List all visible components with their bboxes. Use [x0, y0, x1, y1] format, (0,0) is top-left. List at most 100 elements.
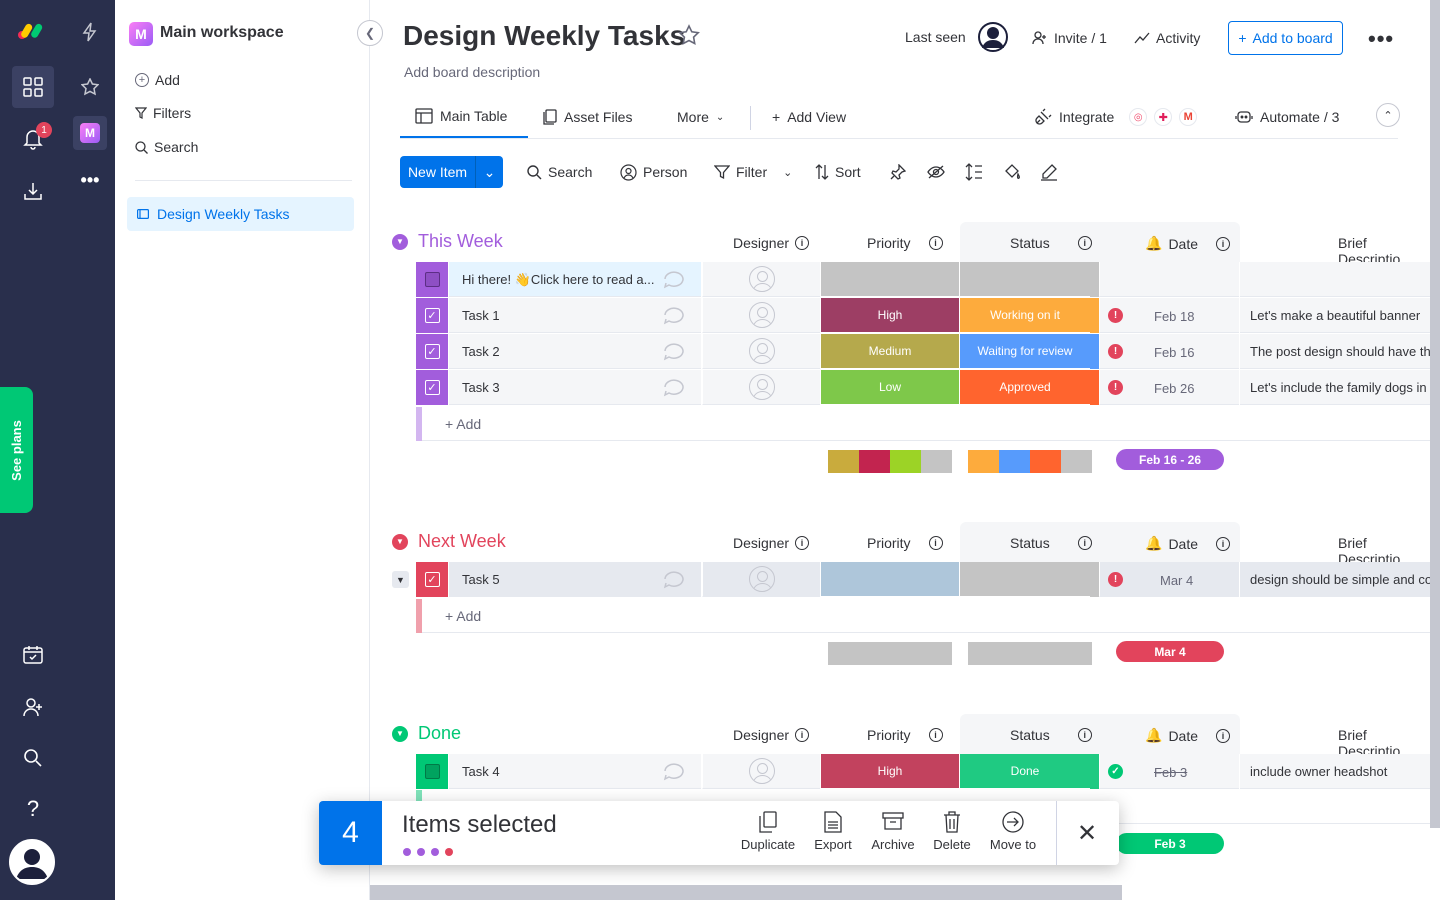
search-button[interactable]: Search — [135, 139, 198, 155]
info-icon[interactable]: i — [928, 728, 943, 742]
table-row[interactable]: ✓ Task 1 High Working on it ! Feb 18 Let'… — [416, 298, 1440, 333]
row-checkbox[interactable] — [416, 262, 448, 297]
add-item-row[interactable]: + Add — [416, 407, 1440, 441]
download-icon[interactable] — [12, 170, 54, 212]
brief-cell[interactable] — [1240, 262, 1440, 297]
info-icon[interactable]: i — [928, 236, 943, 250]
info-icon[interactable]: i — [1077, 236, 1092, 250]
hide-columns-icon[interactable] — [927, 156, 945, 188]
export-button[interactable]: Export — [803, 811, 863, 852]
row-menu-icon[interactable]: ▼ — [392, 571, 409, 588]
date-cell[interactable]: ! Feb 26 — [1099, 370, 1239, 405]
designer-cell[interactable] — [702, 262, 820, 297]
info-icon[interactable]: i — [795, 236, 810, 250]
checkbox-checked[interactable]: ✓ — [424, 308, 440, 323]
filters-button[interactable]: Filters — [135, 105, 191, 121]
more-options-icon[interactable]: ••• — [73, 163, 107, 197]
priority-cell[interactable]: High — [820, 754, 959, 789]
status-summary-bar[interactable] — [968, 642, 1092, 665]
add-to-board-button[interactable]: + Add to board — [1228, 21, 1343, 55]
search-button[interactable]: Search — [527, 156, 592, 188]
invite-button[interactable]: Invite / 1 — [1032, 30, 1107, 46]
move-to-button[interactable]: Move to — [983, 811, 1043, 852]
info-icon[interactable]: i — [928, 536, 943, 550]
info-icon[interactable]: i — [795, 536, 810, 550]
horizontal-scrollbar[interactable] — [370, 885, 1122, 900]
chevron-down-icon[interactable]: ▼ — [392, 533, 408, 550]
col-priority[interactable]: Priority i — [867, 535, 943, 551]
notifications-bell-icon[interactable]: 1 — [12, 118, 54, 160]
updates-chat-icon[interactable] — [662, 305, 686, 327]
table-row[interactable]: ✓ Task 5 ! Mar 4 design should be simple … — [416, 562, 1440, 597]
designer-cell[interactable] — [702, 562, 820, 597]
info-icon[interactable]: i — [1216, 236, 1231, 251]
chevron-down-icon[interactable]: ⌄ — [783, 166, 792, 179]
new-item-button[interactable]: New Item ⌄ — [400, 156, 503, 188]
board-description[interactable]: Add board description — [404, 64, 540, 80]
favorite-star-icon[interactable] — [678, 24, 700, 46]
col-date[interactable]: 🔔 Date i — [1145, 535, 1231, 552]
date-range-pill[interactable]: Feb 16 - 26 — [1116, 449, 1224, 470]
date-cell[interactable]: ! Feb 18 — [1099, 298, 1239, 333]
row-checkbox[interactable]: ✓ — [416, 334, 448, 369]
collapse-header-icon[interactable]: ⌃ — [1376, 103, 1400, 127]
status-summary-bar[interactable] — [968, 450, 1092, 473]
col-status[interactable]: Status i — [1010, 535, 1092, 551]
col-priority[interactable]: Priority i — [867, 235, 943, 251]
sidebar-item-design-weekly-tasks[interactable]: Design Weekly Tasks — [127, 197, 354, 231]
row-checkbox[interactable]: ✓ — [416, 562, 448, 597]
col-designer[interactable]: Designer i — [733, 727, 810, 743]
table-row[interactable]: ✓ Task 2 Medium Waiting for review ! Feb … — [416, 334, 1440, 369]
table-row[interactable]: Hi there! 👋Click here to read a... — [416, 262, 1440, 297]
lightning-icon[interactable] — [73, 15, 107, 49]
vertical-scrollbar[interactable] — [1430, 0, 1440, 828]
col-date[interactable]: 🔔 Date i — [1145, 727, 1231, 744]
date-range-pill[interactable]: Mar 4 — [1116, 641, 1224, 662]
checkbox-checked[interactable]: ✓ — [424, 572, 440, 587]
status-cell[interactable]: Waiting for review — [960, 334, 1090, 369]
chevron-down-icon[interactable]: ▼ — [392, 233, 408, 250]
duplicate-button[interactable]: Duplicate — [738, 811, 798, 852]
priority-cell[interactable] — [820, 262, 959, 297]
add-button[interactable]: + Add — [135, 72, 180, 88]
designer-cell[interactable] — [702, 298, 820, 333]
date-cell[interactable]: ! Feb 16 — [1099, 334, 1239, 369]
priority-cell[interactable]: Low — [820, 370, 959, 405]
updates-chat-icon[interactable] — [662, 341, 686, 363]
col-designer[interactable]: Designer i — [733, 535, 810, 551]
page-title[interactable]: Design Weekly Tasks — [403, 20, 685, 52]
status-cell[interactable] — [960, 262, 1090, 297]
workspace-switcher-icon[interactable]: M — [73, 116, 107, 150]
priority-summary-bar[interactable] — [828, 642, 952, 665]
info-icon[interactable]: i — [1077, 728, 1092, 742]
filter-button[interactable]: Filter ⌄ — [714, 156, 792, 188]
info-icon[interactable]: i — [1216, 728, 1231, 743]
archive-button[interactable]: Archive — [863, 811, 923, 852]
tab-more[interactable]: More ⌄ — [677, 96, 724, 138]
col-designer[interactable]: Designer i — [733, 235, 810, 251]
checkbox[interactable] — [424, 764, 440, 779]
date-range-pill[interactable]: Feb 3 — [1116, 833, 1224, 854]
table-row[interactable]: ✓ Task 3 Low Approved ! Feb 26 Let's incl… — [416, 370, 1440, 405]
last-seen[interactable]: Last seen — [905, 22, 1008, 52]
status-cell[interactable]: Done — [960, 754, 1090, 789]
activity-button[interactable]: Activity — [1134, 30, 1200, 46]
status-cell[interactable]: Working on it — [960, 298, 1090, 333]
pin-icon[interactable] — [890, 156, 906, 188]
col-status[interactable]: Status i — [1010, 727, 1092, 743]
chevron-down-icon[interactable]: ⌄ — [476, 164, 503, 181]
designer-cell[interactable] — [702, 754, 820, 789]
date-cell[interactable] — [1099, 262, 1239, 297]
user-avatar[interactable] — [9, 839, 55, 885]
search-icon[interactable] — [12, 737, 54, 779]
status-cell[interactable]: Approved — [960, 370, 1090, 405]
col-date[interactable]: 🔔 Date i — [1145, 235, 1231, 252]
brief-cell[interactable]: The post design should have th — [1240, 334, 1440, 369]
brief-cell[interactable]: design should be simple and co — [1240, 562, 1440, 597]
color-fill-icon[interactable] — [1003, 156, 1021, 188]
checkbox[interactable] — [424, 272, 440, 287]
brief-cell[interactable]: Let's make a beautiful banner — [1240, 298, 1440, 333]
monday-logo-icon[interactable] — [12, 10, 54, 52]
updates-chat-icon[interactable] — [662, 569, 686, 591]
date-cell[interactable]: ✓ Feb 3 — [1099, 754, 1239, 789]
